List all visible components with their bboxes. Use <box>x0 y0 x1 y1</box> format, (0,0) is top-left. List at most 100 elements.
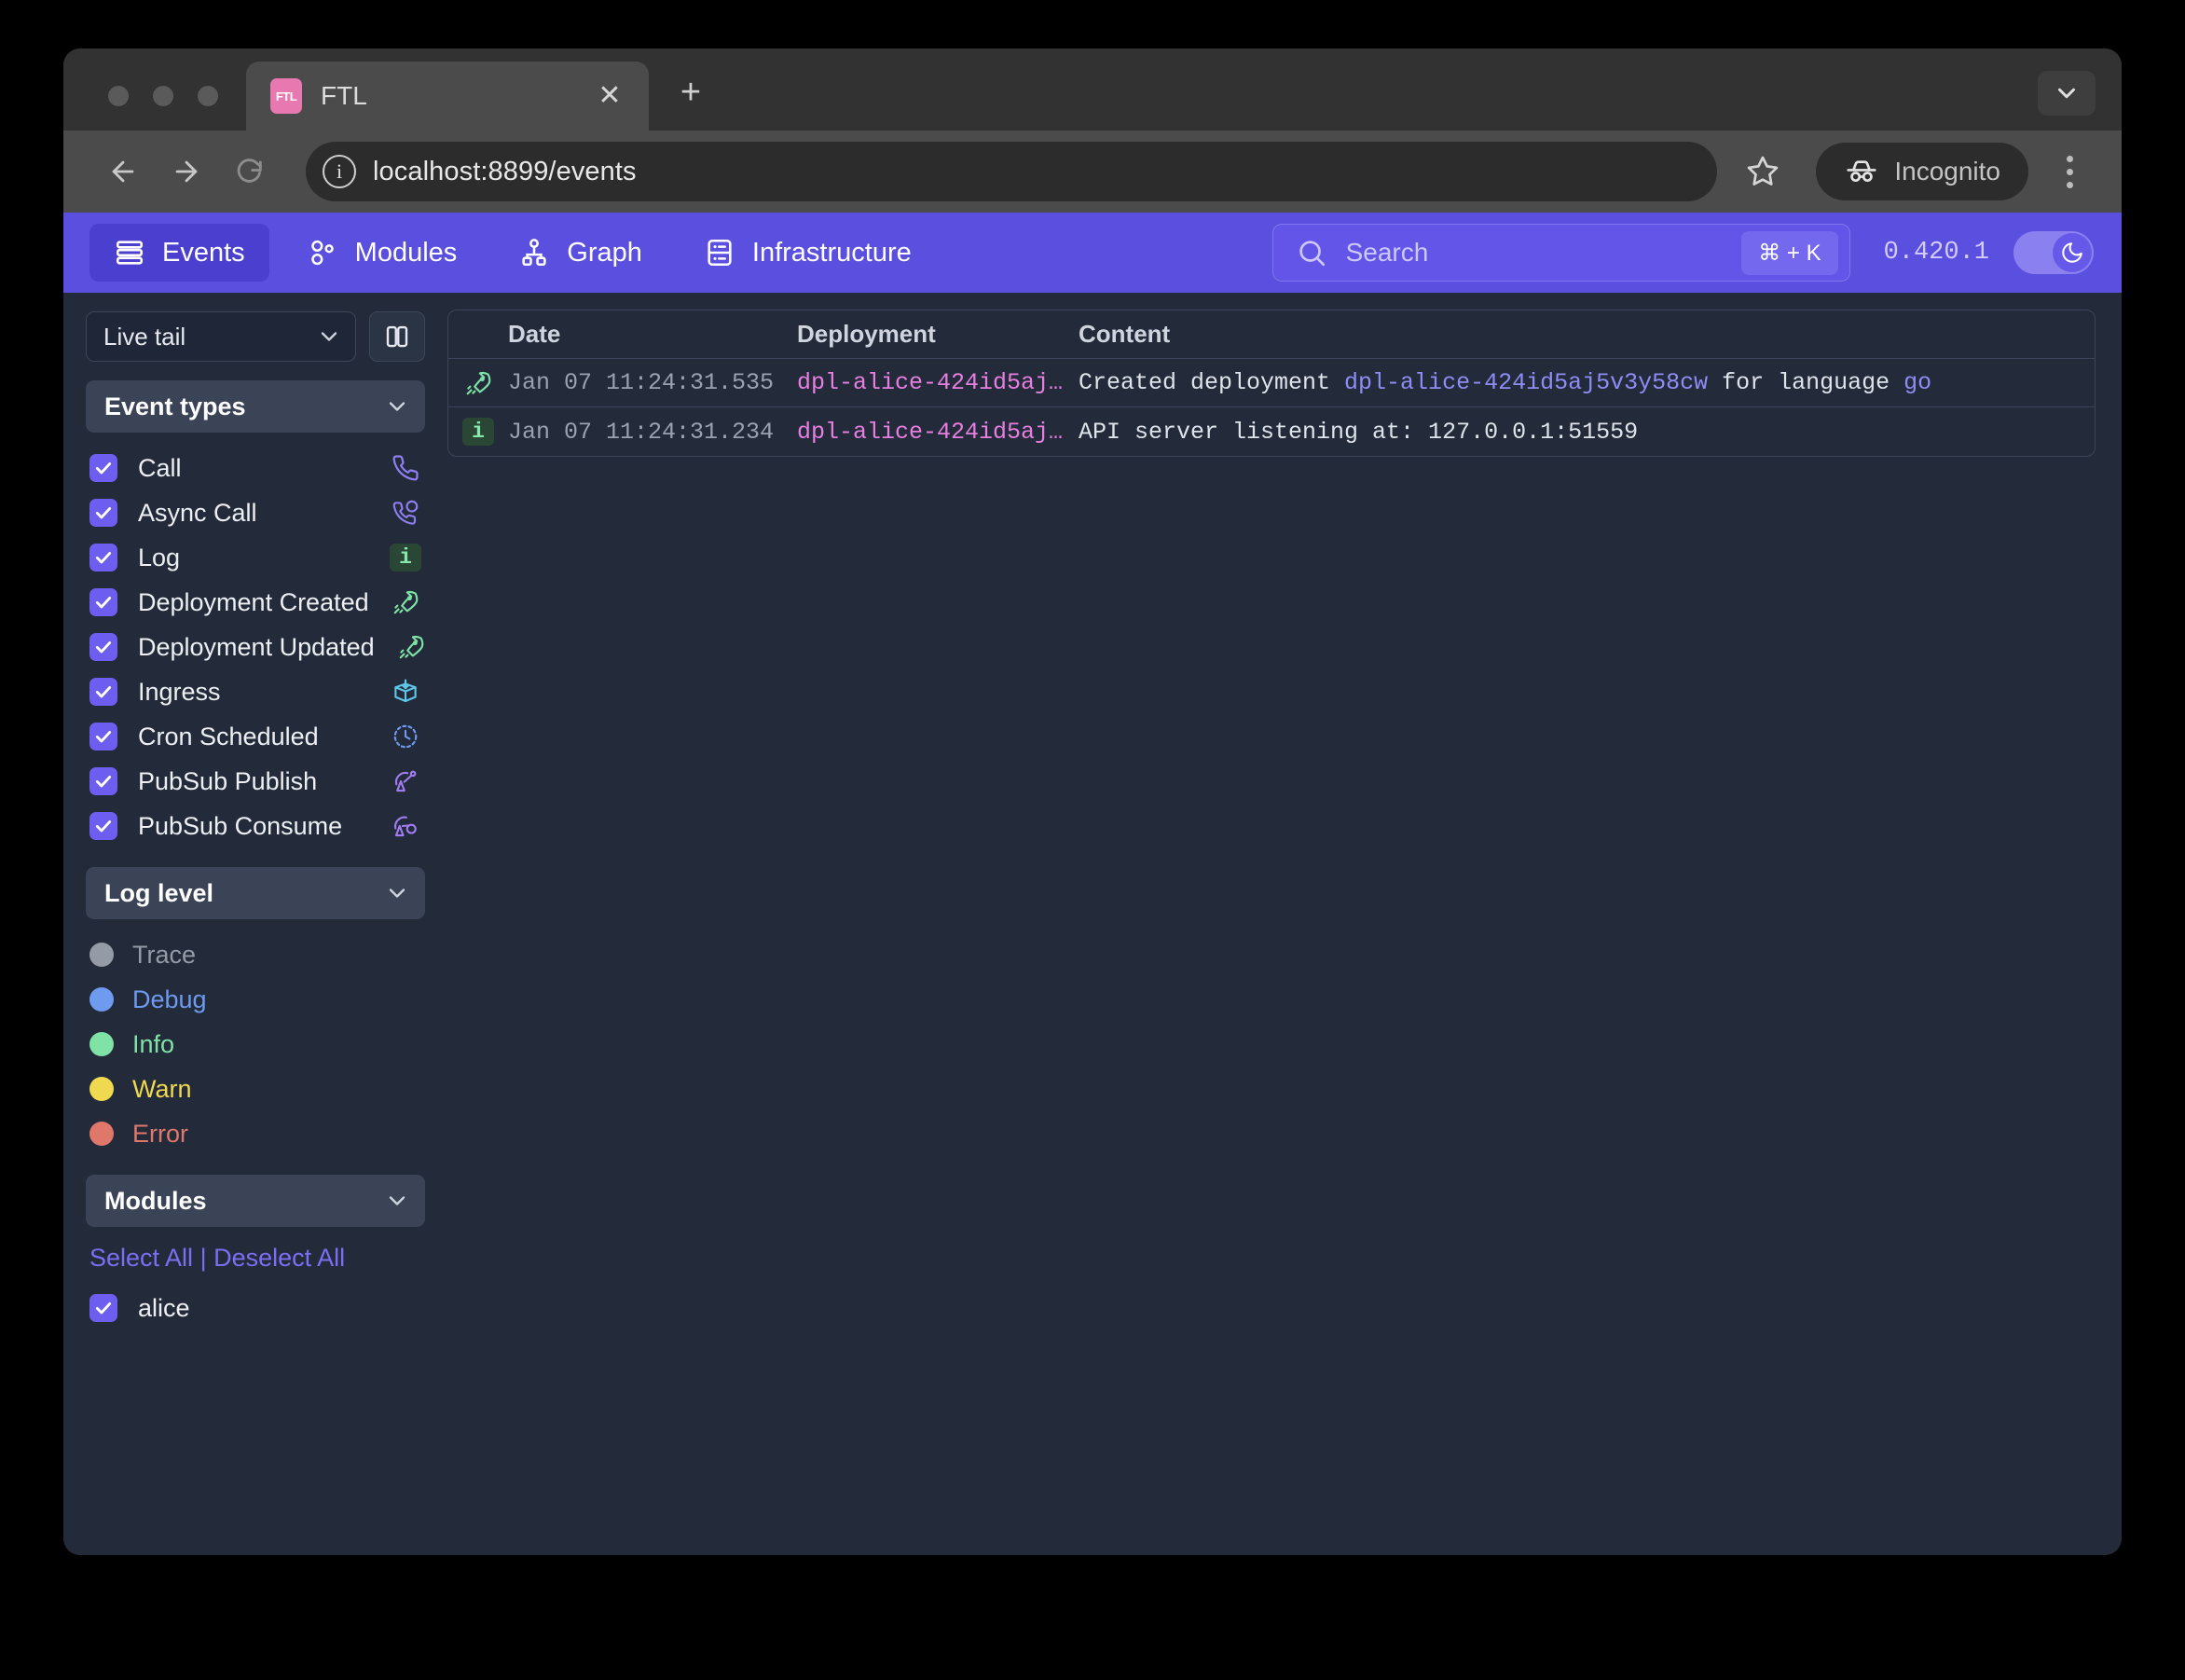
event-type-label: Deployment Updated <box>138 632 375 661</box>
split-panel-icon[interactable] <box>369 311 425 362</box>
event-type-label: PubSub Publish <box>138 766 318 795</box>
checkbox-checked[interactable] <box>89 588 117 616</box>
table-header-row: Date Deployment Content <box>448 310 2095 359</box>
chevron-down-icon <box>389 402 405 411</box>
cell-date: Jan 07 11:24:31.535 <box>508 369 775 396</box>
nav-item-label: Modules <box>354 237 458 268</box>
event-type-log[interactable]: Log i <box>86 535 425 580</box>
site-info-icon[interactable]: i <box>323 155 356 188</box>
new-tab-button[interactable]: + <box>669 75 712 110</box>
section-event-types-header[interactable]: Event types <box>86 380 425 433</box>
rocket-icon <box>390 586 421 618</box>
back-arrow-icon[interactable] <box>95 144 151 200</box>
checkbox-checked[interactable] <box>89 767 117 795</box>
events-table: Date Deployment Content Jan 07 11:24:31.… <box>447 310 2096 457</box>
log-level-info[interactable]: Info <box>86 1022 425 1067</box>
log-level-warn[interactable]: Warn <box>86 1067 425 1111</box>
select-all-link[interactable]: Select All <box>89 1244 193 1272</box>
event-type-cron-scheduled[interactable]: Cron Scheduled <box>86 714 425 759</box>
deselect-all-link[interactable]: Deselect All <box>213 1244 345 1272</box>
checkbox-checked[interactable] <box>89 544 117 571</box>
checkbox-checked[interactable] <box>89 1294 117 1322</box>
checkbox-checked[interactable] <box>89 633 117 661</box>
phone-call-icon <box>390 452 421 484</box>
cell-date: Jan 07 11:24:31.234 <box>508 418 775 446</box>
cell-content: Created deployment dpl-alice-424id5aj5v3… <box>1079 369 2095 396</box>
window-maximize-dot[interactable] <box>198 86 218 106</box>
section-log-level-header[interactable]: Log level <box>86 867 425 919</box>
chevron-down-icon[interactable] <box>2038 71 2096 116</box>
search-placeholder: Search <box>1345 238 1429 267</box>
nav-item-modules[interactable]: Modules <box>282 224 482 282</box>
satellite-dish-icon <box>390 765 421 797</box>
chevron-down-icon <box>321 332 337 341</box>
window-controls[interactable] <box>63 86 246 131</box>
checkbox-checked[interactable] <box>89 812 117 840</box>
log-level-trace[interactable]: Trace <box>86 932 425 977</box>
incognito-label: Incognito <box>1894 157 2000 186</box>
incognito-hat-icon <box>1847 160 1876 183</box>
module-alice[interactable]: alice <box>86 1286 425 1330</box>
info-badge: i <box>462 418 494 446</box>
star-icon[interactable] <box>1734 143 1792 200</box>
app-navbar: Events Modules Graph Infrastructure Sear… <box>63 213 2122 293</box>
checkbox-checked[interactable] <box>89 678 117 706</box>
column-header-deployment[interactable]: Deployment <box>797 320 1079 349</box>
nav-item-label: Graph <box>567 237 642 268</box>
nav-item-graph[interactable]: Graph <box>494 224 666 282</box>
search-input[interactable]: Search ⌘ + K <box>1271 224 1850 282</box>
column-header-content[interactable]: Content <box>1079 320 2095 349</box>
event-type-deployment-created[interactable]: Deployment Created <box>86 580 425 625</box>
kebab-menu-icon[interactable] <box>2043 143 2096 200</box>
live-tail-value: Live tail <box>103 322 186 351</box>
cell-deployment[interactable]: dpl-alice-424id5aj5… <box>797 369 1079 396</box>
satellite-receive-icon <box>390 810 421 842</box>
event-type-pubsub-publish[interactable]: PubSub Publish <box>86 759 425 804</box>
event-type-async-call[interactable]: Async Call <box>86 490 425 535</box>
close-icon[interactable]: ✕ <box>591 82 628 110</box>
level-dot <box>89 943 114 967</box>
checkbox-checked[interactable] <box>89 723 117 750</box>
search-shortcut-badge: ⌘ + K <box>1741 230 1838 275</box>
event-type-pubsub-consume[interactable]: PubSub Consume <box>86 804 425 848</box>
incognito-indicator[interactable]: Incognito <box>1816 143 2028 200</box>
phone-async-call-icon <box>390 497 421 529</box>
live-tail-select[interactable]: Live tail <box>86 311 356 362</box>
ftl-app: Events Modules Graph Infrastructure Sear… <box>63 213 2122 1555</box>
modules-select-controls: Select All | Deselect All <box>86 1244 425 1273</box>
log-level-debug[interactable]: Debug <box>86 977 425 1022</box>
event-type-label: Log <box>138 543 181 571</box>
address-bar[interactable]: i localhost:8899/events <box>306 142 1718 201</box>
tab-title: FTL <box>321 81 367 110</box>
version-label: 0.420.1 <box>1883 239 1989 267</box>
modules-list: alice <box>86 1286 425 1330</box>
window-minimize-dot[interactable] <box>153 86 173 106</box>
reload-icon[interactable] <box>222 144 278 200</box>
browser-tab[interactable]: FTL FTL ✕ <box>246 62 649 131</box>
window-close-dot[interactable] <box>108 86 129 106</box>
checkbox-checked[interactable] <box>89 454 117 482</box>
browser-window: FTL FTL ✕ + i localhost:8899/events Inco… <box>63 48 2122 1555</box>
log-level-error[interactable]: Error <box>86 1111 425 1156</box>
content-prefix: Created deployment <box>1079 369 1345 396</box>
section-modules-header[interactable]: Modules <box>86 1175 425 1227</box>
event-type-deployment-updated[interactable]: Deployment Updated <box>86 625 425 669</box>
event-type-ingress[interactable]: Ingress <box>86 669 425 714</box>
content-mid: for language <box>1708 369 1904 396</box>
cell-deployment[interactable]: dpl-alice-424id5aj5… <box>797 419 1079 446</box>
nav-item-infrastructure[interactable]: Infrastructure <box>680 224 936 282</box>
cell-content: API server listening at: 127.0.0.1:51559 <box>1079 418 1639 446</box>
theme-toggle[interactable] <box>2013 231 2094 274</box>
table-row[interactable]: Jan 07 11:24:31.535 dpl-alice-424id5aj5…… <box>448 359 2095 407</box>
module-label: alice <box>138 1293 190 1322</box>
checkbox-checked[interactable] <box>89 499 117 527</box>
column-header-date[interactable]: Date <box>508 320 797 349</box>
log-level-label: Trace <box>132 940 197 969</box>
nav-item-events[interactable]: Events <box>89 224 269 282</box>
rocket-icon <box>448 369 508 397</box>
event-type-call[interactable]: Call <box>86 446 425 490</box>
table-row[interactable]: i Jan 07 11:24:31.234 dpl-alice-424id5aj… <box>448 407 2095 456</box>
chevron-down-icon <box>389 1196 405 1205</box>
search-icon <box>1299 241 1325 267</box>
forward-arrow-icon[interactable] <box>158 144 214 200</box>
